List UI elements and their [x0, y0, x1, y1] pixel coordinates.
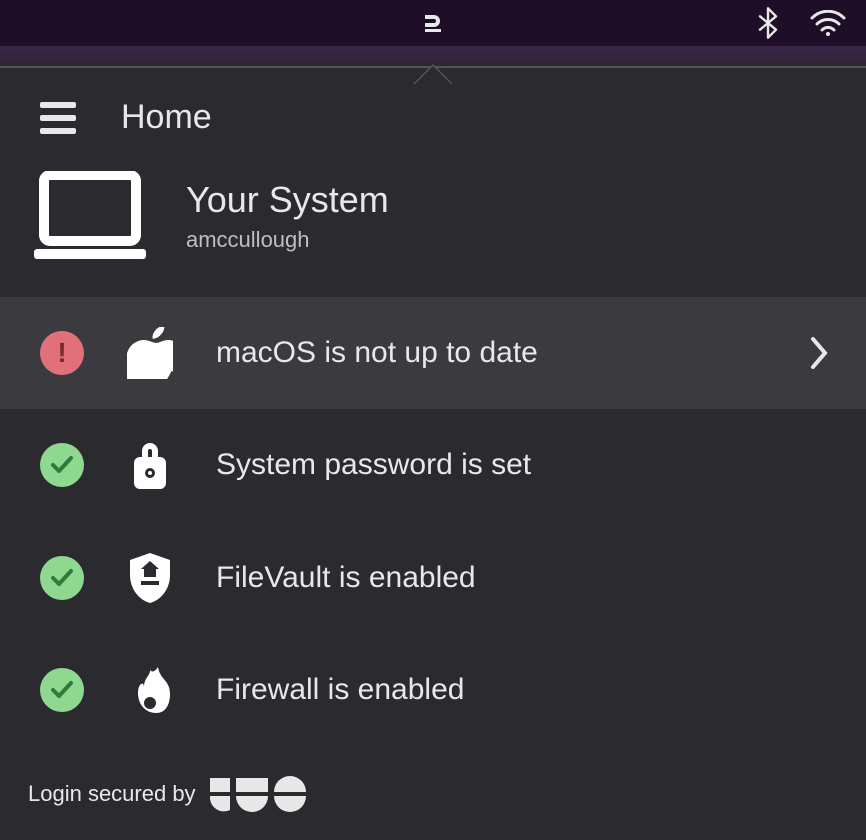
check-label: FileVault is enabled [216, 561, 836, 595]
device-health-panel: Home Your System amccullough ! macOS is … [0, 68, 866, 840]
footer: Login secured by [0, 760, 866, 840]
apple-icon [120, 327, 180, 379]
duo-menubar-icon[interactable] [421, 11, 445, 35]
duo-logo [210, 776, 326, 812]
check-label: System password is set [216, 448, 836, 482]
status-ok-icon [40, 556, 84, 600]
bluetooth-icon[interactable] [758, 7, 778, 39]
check-item-password: System password is set [0, 409, 866, 521]
macos-menubar [0, 0, 866, 46]
laptop-icon [30, 171, 150, 261]
menu-button[interactable] [40, 102, 76, 134]
check-item-filevault: FileVault is enabled [0, 521, 866, 635]
check-item-firewall: Firewall is enabled [0, 635, 866, 745]
status-ok-icon [40, 668, 84, 712]
lock-icon [120, 439, 180, 491]
flame-icon [120, 665, 180, 715]
system-title: Your System [186, 179, 389, 221]
status-ok-icon [40, 443, 84, 487]
panel-top-strip [0, 46, 866, 68]
shield-icon [120, 551, 180, 605]
system-summary: Your System amccullough [0, 157, 866, 297]
system-username: amccullough [186, 227, 389, 253]
chevron-right-icon [810, 336, 836, 370]
check-label: Firewall is enabled [216, 673, 836, 707]
page-title: Home [121, 98, 212, 137]
wifi-icon[interactable] [810, 10, 846, 36]
status-warn-icon: ! [40, 331, 84, 375]
check-list: ! macOS is not up to date System passwor… [0, 297, 866, 745]
footer-text: Login secured by [28, 781, 196, 807]
check-label: macOS is not up to date [216, 336, 774, 370]
check-item-macos[interactable]: ! macOS is not up to date [0, 297, 866, 409]
